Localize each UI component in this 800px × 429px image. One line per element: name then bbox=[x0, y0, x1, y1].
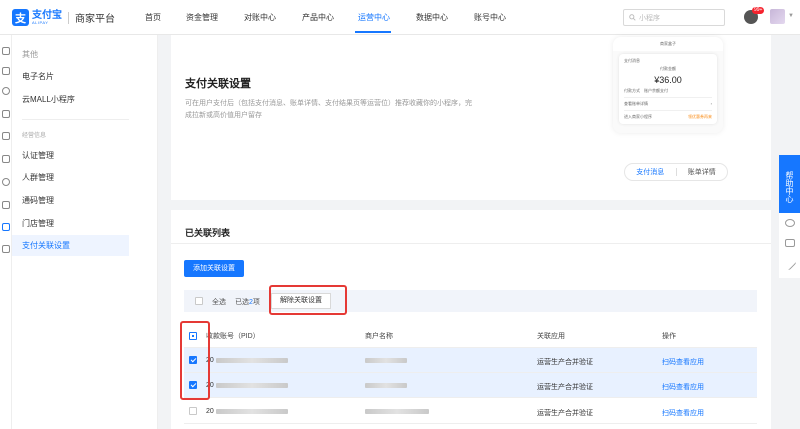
floating-toolbar bbox=[779, 213, 800, 278]
phone-row-hint: 领优惠券再来 bbox=[688, 114, 712, 119]
row-checkbox[interactable] bbox=[189, 407, 197, 415]
col-merchant: 商户名称 bbox=[365, 333, 393, 340]
table-row[interactable]: 20 运营生产合并验证 扫码查看应用 bbox=[184, 373, 757, 398]
sidebar: 其他 电子名片 云MALL小程序 经营信息 认证管理 人群管理 通码管理 门店管… bbox=[12, 35, 158, 429]
document-icon[interactable] bbox=[2, 245, 10, 253]
nav-account[interactable]: 账号中心 bbox=[474, 12, 506, 23]
logo-divider bbox=[68, 11, 69, 24]
list-title: 已关联列表 bbox=[185, 228, 231, 238]
masked-pid bbox=[216, 358, 288, 363]
alipay-logo[interactable]: 支 支付宝 ALIPAY 商家平台 bbox=[12, 9, 115, 26]
sidebar-group-business: 经营信息 bbox=[22, 133, 47, 139]
highlight-checkboxes bbox=[180, 321, 210, 400]
headset-icon[interactable] bbox=[785, 219, 795, 227]
notification-badge: 99+ bbox=[752, 7, 765, 14]
nav-reconcile[interactable]: 对账中心 bbox=[244, 12, 276, 23]
phone-msg-label: 支付消息 bbox=[624, 58, 640, 63]
phone-message-card: 支付消息 付款金额 ¥36.00 付款方式 账户余额支付 查看账单详情 › 进入商… bbox=[619, 54, 717, 124]
nav-operations[interactable]: 运营中心 bbox=[358, 12, 390, 23]
table-row[interactable]: 20 运营生产合并验证 扫码查看应用 bbox=[184, 399, 757, 424]
highlight-unlink bbox=[269, 285, 347, 315]
avatar[interactable] bbox=[770, 9, 785, 24]
masked-pid bbox=[216, 409, 288, 414]
nav-home[interactable]: 首页 bbox=[145, 12, 161, 23]
table-row[interactable]: 20 运营生产合并验证 扫码查看应用 bbox=[184, 348, 757, 373]
store-icon[interactable] bbox=[2, 110, 10, 118]
chevron-down-icon[interactable]: ▼ bbox=[788, 13, 794, 19]
sidebar-group-other: 其他 bbox=[22, 50, 38, 59]
nav-products[interactable]: 产品中心 bbox=[302, 12, 334, 23]
phone-pay-value: 账户余额支付 bbox=[644, 88, 668, 93]
pid-cell: 20 bbox=[206, 408, 214, 415]
add-link-button[interactable]: 添加关联设置 bbox=[184, 260, 244, 277]
select-all-label[interactable]: 全选 bbox=[212, 297, 226, 307]
phone-row-bill: 查看账单详情 bbox=[624, 101, 648, 106]
operations-icon[interactable] bbox=[2, 223, 10, 231]
page-description: 可在用户支付后（包括支付消息、账单详情、支付结果页等运营位）推荐收藏你的小程序，… bbox=[185, 100, 472, 119]
card-icon[interactable] bbox=[2, 67, 10, 75]
col-app: 关联应用 bbox=[537, 333, 565, 340]
alipay-logo-mark: 支 bbox=[12, 9, 29, 26]
sidebar-item-payment-link[interactable]: 支付关联设置 bbox=[12, 235, 129, 256]
col-pid: 收款账号（PID） bbox=[206, 333, 260, 340]
sidebar-divider bbox=[22, 119, 129, 120]
feedback-icon[interactable] bbox=[785, 239, 795, 247]
masked-merchant bbox=[365, 383, 407, 388]
masked-merchant bbox=[365, 358, 407, 363]
gift-icon[interactable] bbox=[2, 155, 10, 163]
phone-title: 商家盒子 bbox=[613, 37, 723, 51]
intro-card: 支付关联设置 可在用户支付后（包括支付消息、账单详情、支付结果页等运营位）推荐收… bbox=[171, 35, 771, 200]
image-icon[interactable] bbox=[2, 201, 10, 209]
scan-app-link[interactable]: 扫码查看应用 bbox=[662, 408, 704, 418]
app-cell: 运营生产合并验证 bbox=[537, 359, 593, 366]
phone-pay-label: 付款方式 bbox=[624, 88, 640, 93]
logo-cn-text: 支付宝 bbox=[32, 9, 62, 21]
phone-amount: ¥36.00 bbox=[654, 75, 682, 85]
selected-count: 已选2项 bbox=[235, 299, 260, 306]
phone-amount-label: 付款金额 bbox=[660, 66, 676, 71]
col-action: 操作 bbox=[662, 333, 676, 340]
tab-bill-detail[interactable]: 账单详情 bbox=[677, 167, 728, 177]
search-input[interactable]: 小程序 bbox=[623, 9, 725, 26]
sidebar-item-store[interactable]: 门店管理 bbox=[12, 213, 129, 234]
logo-en-text: ALIPAY bbox=[32, 19, 49, 25]
nav-funds[interactable]: 资金管理 bbox=[186, 12, 218, 23]
tab-payment-message[interactable]: 支付消息 bbox=[625, 167, 676, 177]
sidebar-item-ecard[interactable]: 电子名片 bbox=[12, 66, 129, 87]
wallet-icon[interactable] bbox=[2, 132, 10, 140]
select-all-checkbox[interactable] bbox=[195, 297, 203, 305]
scan-app-link[interactable]: 扫码查看应用 bbox=[662, 357, 704, 367]
plus-circle-icon[interactable] bbox=[2, 87, 10, 95]
masked-pid bbox=[216, 383, 288, 388]
menu-icon[interactable] bbox=[2, 47, 10, 55]
sidebar-item-code[interactable]: 通码管理 bbox=[12, 190, 129, 211]
target-icon[interactable] bbox=[2, 178, 10, 186]
phone-preview: 商家盒子 支付消息 付款金额 ¥36.00 付款方式 账户余额支付 查看账单详情… bbox=[613, 37, 723, 133]
search-icon bbox=[629, 14, 636, 21]
masked-merchant bbox=[365, 409, 429, 414]
preview-tabs: 支付消息 账单详情 bbox=[624, 163, 728, 181]
platform-name: 商家平台 bbox=[75, 14, 115, 25]
sidebar-item-certification[interactable]: 认证管理 bbox=[12, 145, 129, 166]
linked-list-card: 已关联列表 添加关联设置 全选 已选2项 解除关联设置 收款账号（PID） 商户… bbox=[171, 210, 771, 429]
help-center-button[interactable]: 帮助中心 bbox=[779, 155, 800, 213]
sidebar-item-cloudmall[interactable]: 云MALL小程序 bbox=[12, 89, 129, 110]
app-cell: 运营生产合并验证 bbox=[537, 384, 593, 391]
nav-data[interactable]: 数据中心 bbox=[416, 12, 448, 23]
phone-row-miniapp: 进入商家小程序 bbox=[624, 114, 652, 119]
active-nav-indicator bbox=[355, 31, 391, 33]
sidebar-item-crowd[interactable]: 人群管理 bbox=[12, 167, 129, 188]
page-title: 支付关联设置 bbox=[185, 78, 251, 90]
app-cell: 运营生产合并验证 bbox=[537, 410, 593, 417]
search-placeholder: 小程序 bbox=[639, 14, 660, 22]
top-nav-bar: 支 支付宝 ALIPAY 商家平台 首页 资金管理 对账中心 产品中心 运营中心… bbox=[0, 0, 800, 35]
icon-rail bbox=[0, 35, 12, 429]
scan-app-link[interactable]: 扫码查看应用 bbox=[662, 382, 704, 392]
edit-icon[interactable] bbox=[783, 257, 797, 271]
